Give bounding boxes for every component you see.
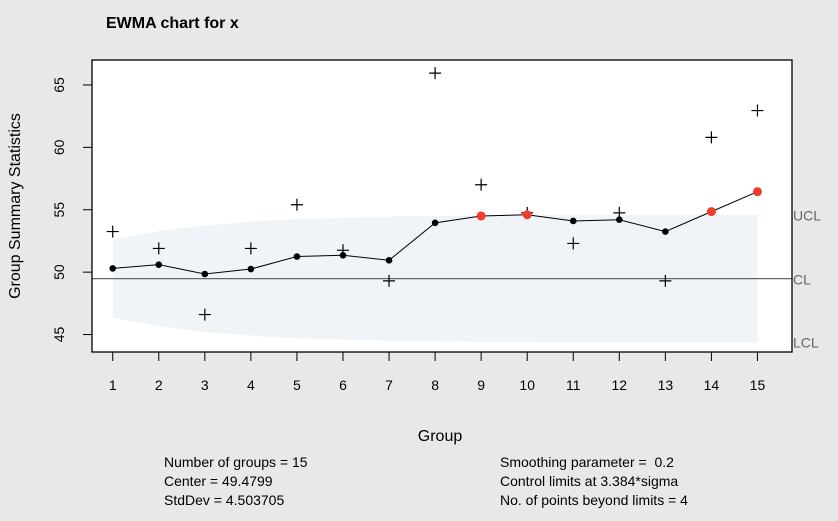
cl-label: CL — [793, 272, 811, 288]
ewma-chart: EWMA chart for x 1 2 3 4 5 6 7 8 9 10 11 12 13 14 15 4… — [7, 15, 821, 445]
x-axis: 1 2 3 4 5 6 7 8 9 10 11 12 13 14 15 — [109, 352, 766, 393]
ewma-point — [155, 261, 163, 268]
ewma-point — [569, 217, 577, 225]
x-tick-label: 10 — [519, 377, 535, 393]
ewma-point-violation — [706, 207, 716, 217]
ewma-point — [662, 228, 669, 235]
y-tick-label: 55 — [51, 202, 67, 218]
lcl-label: LCL — [793, 335, 819, 351]
center-text: Center = 49.4799 — [164, 473, 273, 489]
x-axis-title: Group — [418, 428, 463, 445]
x-tick-label: 15 — [750, 377, 766, 393]
y-tick-label: 60 — [51, 139, 67, 155]
smoothing-parameter-text: Smoothing parameter = 0.2 — [500, 454, 674, 470]
y-tick-label: 45 — [51, 327, 67, 343]
ewma-point — [616, 216, 623, 224]
x-tick-label: 5 — [293, 377, 301, 393]
ewma-point — [293, 253, 301, 260]
y-tick-label: 65 — [51, 77, 67, 93]
x-tick-label: 3 — [201, 377, 209, 393]
summary-left: Number of groups = 15 Center = 49.4799 S… — [164, 453, 308, 510]
x-tick-label: 12 — [612, 377, 628, 393]
ewma-point-violation — [476, 211, 486, 221]
ewma-point — [385, 256, 393, 264]
x-tick-label: 13 — [658, 377, 674, 393]
ucl-label: UCL — [793, 208, 821, 224]
summary-right: Smoothing parameter = 0.2 Control limits… — [500, 453, 688, 510]
y-axis-title: Group Summary Statistics — [7, 113, 24, 299]
x-tick-label: 11 — [566, 377, 581, 393]
points-beyond-limits-text: No. of points beyond limits = 4 — [500, 492, 688, 508]
ewma-point — [201, 270, 209, 278]
ewma-point-violation — [522, 210, 532, 220]
ewma-point — [247, 265, 255, 273]
x-tick-label: 7 — [385, 377, 393, 393]
control-limits-text: Control limits at 3.384*sigma — [500, 473, 679, 489]
x-tick-label: 6 — [339, 377, 347, 393]
ewma-point — [339, 251, 347, 259]
number-of-groups-text: Number of groups = 15 — [164, 454, 308, 470]
x-tick-label: 8 — [431, 377, 439, 393]
chart-title: EWMA chart for x — [106, 15, 239, 32]
x-tick-label: 14 — [704, 377, 720, 393]
stddev-text: StdDev = 4.503705 — [164, 492, 285, 508]
x-tick-label: 4 — [247, 377, 255, 393]
ewma-point-violation — [752, 187, 762, 197]
x-tick-label: 1 — [109, 377, 117, 393]
ewma-point — [109, 265, 117, 272]
ewma-point — [431, 219, 439, 227]
x-tick-label: 9 — [477, 377, 485, 393]
y-tick-label: 50 — [51, 264, 67, 280]
y-axis: 45 50 55 60 65 — [51, 77, 92, 342]
x-tick-label: 2 — [155, 377, 163, 393]
